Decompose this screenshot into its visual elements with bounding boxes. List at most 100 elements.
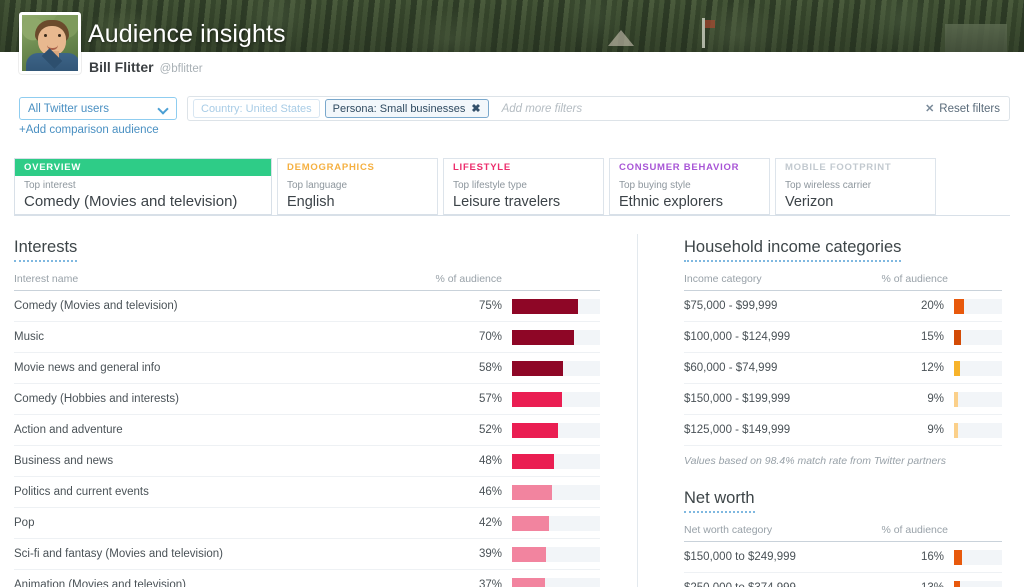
- row-bar-track: [512, 453, 600, 469]
- income-table-header: Income category % of audience: [684, 273, 1002, 291]
- summary-tab-category: LIFESTYLE: [453, 162, 511, 173]
- section-title-interests: Interests: [14, 238, 78, 262]
- summary-tab-sublabel: Top lifestyle type: [453, 180, 527, 191]
- summary-tab-category: CONSUMER BEHAVIOR: [619, 162, 740, 173]
- add-comparison-audience-link[interactable]: +Add comparison audience: [19, 124, 159, 136]
- summary-tab-consumer-behavior[interactable]: CONSUMER BEHAVIOR Top buying style Ethnic …: [609, 158, 770, 215]
- row-category-label: $150,000 - $199,999: [684, 393, 791, 405]
- filter-bar: All Twitter users +Add comparison audien…: [0, 90, 1024, 136]
- filter-pill-persona[interactable]: Persona: Small businesses ✖: [324, 99, 489, 118]
- table-row[interactable]: $125,000 - $149,999 9%: [684, 415, 1002, 446]
- table-row[interactable]: Business and news 48%: [14, 446, 600, 477]
- row-percent-value: 75%: [478, 300, 502, 312]
- row-bar-track: [954, 329, 1002, 345]
- summary-tab-sublabel: Top language: [287, 180, 348, 191]
- row-bar-fill: [954, 580, 961, 587]
- table-row[interactable]: Action and adventure 52%: [14, 415, 600, 446]
- row-bar-fill: [512, 329, 574, 345]
- row-category-label: Movie news and general info: [14, 362, 161, 374]
- table-row[interactable]: $75,000 - $99,999 20%: [684, 291, 1002, 322]
- row-percent-value: 52%: [478, 424, 502, 436]
- filter-pill-country-label: Country: United States: [201, 102, 312, 115]
- reset-filters-button[interactable]: ✕ Reset filters: [925, 102, 1004, 116]
- page-title: Audience insights: [88, 20, 286, 48]
- summary-tab-body: Top language English: [278, 176, 437, 211]
- summary-tab-body: Top interest Comedy (Movies and televisio…: [15, 176, 271, 211]
- table-row[interactable]: $150,000 to $249,999 16%: [684, 542, 1002, 573]
- col-header-pct-audience: % of audience: [435, 273, 502, 285]
- row-bar-track: [954, 580, 1002, 587]
- audience-select[interactable]: All Twitter users: [19, 97, 177, 120]
- interests-table-header: Interest name % of audience: [14, 273, 600, 291]
- row-bar-track: [512, 484, 600, 500]
- row-bar-fill: [954, 549, 962, 565]
- row-bar-fill: [954, 360, 960, 376]
- summary-tab-sublabel: Top wireless carrier: [785, 180, 872, 191]
- table-row[interactable]: Movie news and general info 58%: [14, 353, 600, 384]
- table-row[interactable]: Comedy (Hobbies and interests) 57%: [14, 384, 600, 415]
- row-percent-value: 13%: [912, 582, 954, 587]
- networth-table-header: Net worth category % of audience: [684, 524, 1002, 542]
- row-bar-fill: [954, 422, 959, 438]
- row-percent-value: 12%: [920, 362, 944, 374]
- row-bar-fill: [954, 391, 959, 407]
- banner-hut-shape: [945, 24, 1007, 52]
- row-percent-value: 9%: [927, 424, 944, 436]
- filter-pill-country[interactable]: Country: United States: [193, 99, 320, 118]
- summary-tab-category: MOBILE FOOTPRINT: [785, 162, 892, 173]
- close-icon[interactable]: ✖: [471, 102, 480, 115]
- section-title-household-income: Household income categories: [684, 238, 902, 262]
- add-more-filters-input[interactable]: Add more filters: [502, 103, 920, 115]
- banner-flag-shape: [702, 18, 715, 48]
- summary-tab-body: Top lifestyle type Leisure travelers: [444, 176, 603, 211]
- right-column: Household income categories Income categ…: [684, 238, 1002, 587]
- row-bar-fill: [512, 515, 549, 531]
- row-bar-track: [954, 422, 1002, 438]
- row-category-label: Animation (Movies and television): [14, 579, 186, 587]
- row-percent-value: 9%: [927, 393, 944, 405]
- row-bar-fill: [954, 298, 964, 314]
- table-row[interactable]: Sci-fi and fantasy (Movies and televisio…: [14, 539, 600, 570]
- summary-tab-value: Ethnic explorers: [619, 194, 723, 210]
- summary-tab-mobile-footprint[interactable]: MOBILE FOOTPRINT Top wireless carrier Veri…: [775, 158, 936, 215]
- summary-tab-value: Comedy (Movies and television): [24, 193, 238, 210]
- row-bar-fill: [512, 453, 555, 469]
- col-header-interest-name: Interest name: [14, 273, 79, 285]
- avatar[interactable]: [19, 12, 81, 74]
- summary-tab-sublabel: Top buying style: [619, 180, 691, 191]
- summary-tab-body: Top buying style Ethnic explorers: [610, 176, 769, 211]
- row-bar-track: [954, 549, 1002, 565]
- table-row[interactable]: $250,000 to $374,99913%: [684, 573, 1002, 587]
- table-row[interactable]: Politics and current events 46%: [14, 477, 600, 508]
- section-title-net-worth: Net worth: [684, 489, 755, 513]
- row-bar-track: [512, 546, 600, 562]
- summary-tab-lifestyle[interactable]: LIFESTYLE Top lifestyle type Leisure trave…: [443, 158, 604, 215]
- chevron-down-icon: [159, 104, 168, 113]
- row-percent-value: 57%: [478, 393, 502, 405]
- row-bar-track: [954, 360, 1002, 376]
- row-bar-track: [512, 298, 600, 314]
- summary-tab-category: OVERVIEW: [15, 159, 271, 176]
- filter-input-box[interactable]: Country: United States Persona: Small bu…: [187, 96, 1010, 121]
- row-percent-value: 16%: [920, 551, 944, 563]
- tabs-underline: [14, 215, 1010, 216]
- col-header-networth-category: Net worth category: [684, 524, 773, 536]
- row-category-label: Music: [14, 331, 45, 343]
- row-percent-value: 20%: [920, 300, 944, 312]
- summary-tab-demographics[interactable]: DEMOGRAPHICS Top language English: [277, 158, 438, 215]
- table-row[interactable]: Comedy (Movies and television) 75%: [14, 291, 600, 322]
- summary-tab-overview[interactable]: OVERVIEW Top interest Comedy (Movies and t…: [14, 158, 272, 215]
- row-bar-fill: [512, 484, 553, 500]
- table-row[interactable]: $100,000 - $124,999 15%: [684, 322, 1002, 353]
- row-bar-fill: [512, 546, 547, 562]
- table-row[interactable]: Music 70%: [14, 322, 600, 353]
- table-row[interactable]: $150,000 - $199,999 9%: [684, 384, 1002, 415]
- table-row[interactable]: $60,000 - $74,999 12%: [684, 353, 1002, 384]
- row-category-label: Action and adventure: [14, 424, 123, 436]
- row-percent-value: 48%: [478, 455, 502, 467]
- banner-tent-shape: [608, 30, 634, 46]
- summary-tab-value: Verizon: [785, 194, 834, 210]
- table-row[interactable]: Pop 42%: [14, 508, 600, 539]
- user-handle: @bflitter: [159, 63, 203, 75]
- table-row[interactable]: Animation (Movies and television) 37%: [14, 570, 600, 587]
